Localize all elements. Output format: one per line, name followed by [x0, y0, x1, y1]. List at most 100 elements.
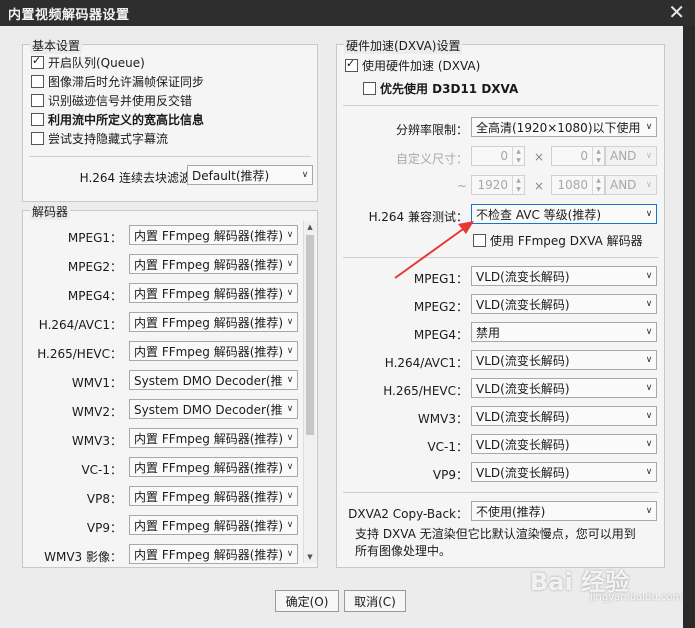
chevron-down-icon: ∨	[645, 122, 653, 132]
chevron-down-icon: ∨	[286, 288, 294, 298]
custom-width-spinner[interactable]: 0 ▲ ▼	[471, 146, 525, 166]
decoder-mpeg1-select[interactable]: 内置 FFmpeg 解码器(推荐) ∨	[129, 225, 298, 245]
hw-vp9-select[interactable]: VLD(流变长解码) ∨	[471, 462, 657, 482]
decoder-vp9-select[interactable]: 内置 FFmpeg 解码器(推荐) ∨	[129, 515, 298, 535]
decoder-mpeg4-select[interactable]: 内置 FFmpeg 解码器(推荐) ∨	[129, 283, 298, 303]
checkbox-drop-frames[interactable]	[31, 74, 44, 88]
deblock-select[interactable]: Default(推荐) ∨	[187, 165, 313, 185]
scroll-down-icon[interactable]: ▼	[304, 551, 316, 563]
dxva-info-line-1: 支持 DXVA 无渲染但它比默认渲染慢点，您可以用到	[355, 527, 636, 541]
decoder-wmv2-value: System DMO Decoder(推荐)	[134, 402, 283, 417]
hw-h264-select[interactable]: VLD(流变长解码) ∨	[471, 350, 657, 370]
scroll-up-icon[interactable]: ▲	[304, 221, 316, 233]
hw-mpeg4-select[interactable]: 禁用 ∨	[471, 322, 657, 342]
max-width-value: 1920	[477, 178, 508, 192]
checkbox-closed-captions[interactable]	[31, 131, 44, 145]
decoder-h264-select[interactable]: 内置 FFmpeg 解码器(推荐) ∨	[129, 312, 298, 332]
checkbox-prefer-d3d11[interactable]	[363, 81, 376, 95]
option-drop-frames[interactable]: 图像滞后时允许漏帧保证同步	[31, 72, 204, 90]
compat-label: H.264 兼容测试：	[368, 210, 468, 224]
compat-select[interactable]: 不检查 AVC 等级(推荐) ∨	[471, 204, 657, 224]
hw-h265-label: H.265/HEVC：	[383, 384, 468, 398]
hw-h265-select[interactable]: VLD(流变长解码) ∨	[471, 378, 657, 398]
option-deinterlace[interactable]: 识别磁迹信号并使用反交错	[31, 91, 192, 109]
chevron-down-icon: ∨	[286, 404, 294, 414]
option-ffmpeg-dxva[interactable]: 使用 FFmpeg DXVA 解码器	[473, 231, 643, 249]
decoder-mpeg1-label: MPEG1：	[67, 231, 122, 245]
close-icon[interactable]: ✕	[668, 1, 685, 23]
decoder-wmv1-select[interactable]: System DMO Decoder(推荐) ∨	[129, 370, 298, 390]
chevron-down-icon: ∨	[286, 491, 294, 501]
checkbox-deinterlace[interactable]	[31, 93, 44, 107]
chevron-down-icon: ∨	[286, 230, 294, 240]
decoder-wmv3-select[interactable]: 内置 FFmpeg 解码器(推荐) ∨	[129, 428, 298, 448]
decoder-mpeg2-select[interactable]: 内置 FFmpeg 解码器(推荐) ∨	[129, 254, 298, 274]
cancel-button[interactable]: 取消(C)	[344, 590, 406, 612]
hw-mpeg1-select[interactable]: VLD(流变长解码) ∨	[471, 266, 657, 286]
chevron-down-icon: ∨	[645, 439, 653, 449]
decoders-group: 解码器 MPEG1： 内置 FFmpeg 解码器(推荐) ∨ MPEG2： 内置 …	[22, 203, 318, 568]
option-use-dxva-label: 使用硬件加速 (DXVA)	[362, 58, 481, 73]
decoder-mpeg2-label: MPEG2：	[67, 260, 122, 274]
checkbox-queue[interactable]	[31, 54, 44, 69]
option-use-dxva[interactable]: 使用硬件加速 (DXVA)	[345, 56, 480, 74]
decoder-mpeg2-value: 内置 FFmpeg 解码器(推荐)	[134, 257, 283, 272]
custom-size-label: 自定义尺寸：	[395, 152, 468, 166]
hw-mpeg2-select[interactable]: VLD(流变长解码) ∨	[471, 294, 657, 314]
basic-separator	[29, 156, 311, 157]
ok-button[interactable]: 确定(O)	[275, 590, 339, 612]
option-aspect-ratio[interactable]: 利用流中所定义的宽高比信息	[31, 110, 204, 128]
hw-wmv3-label: WMV3：	[417, 412, 468, 426]
option-closed-captions-label: 尝试支持隐藏式字幕流	[48, 131, 169, 146]
checkbox-ffmpeg-dxva[interactable]	[473, 233, 486, 247]
decoder-h265-select[interactable]: 内置 FFmpeg 解码器(推荐) ∨	[129, 341, 298, 361]
hw-mpeg1-value: VLD(流变长解码)	[476, 269, 570, 284]
custom-and-select[interactable]: AND ∨	[605, 146, 657, 166]
decoder-vp8-select[interactable]: 内置 FFmpeg 解码器(推荐) ∨	[129, 486, 298, 506]
option-queue[interactable]: 开启队列(Queue)	[31, 53, 145, 71]
resolution-value: 全高清(1920×1080)以下使用	[476, 120, 641, 135]
checkbox-use-dxva[interactable]	[345, 57, 358, 72]
spin-arrows-icon: ▲ ▼	[592, 147, 604, 165]
decoder-vp8-value: 内置 FFmpeg 解码器(推荐)	[134, 489, 283, 504]
custom-and-value: AND	[610, 149, 637, 163]
checkbox-aspect-ratio[interactable]	[31, 112, 44, 126]
hw-vp9-value: VLD(流变长解码)	[476, 465, 570, 480]
dialog-client: 基本设置 开启队列(Queue) 图像滞后时允许漏帧保证同步 识别磁迹信号并使用…	[0, 26, 683, 628]
max-height-spinner[interactable]: 1080 ▲ ▼	[551, 175, 605, 195]
background-strip	[683, 26, 695, 628]
decoder-mpeg4-label: MPEG4：	[67, 289, 122, 303]
decoder-wmv3-image-select[interactable]: 内置 FFmpeg 解码器(推荐) ∨	[129, 544, 298, 564]
decoders-scrollbar[interactable]: ▲ ▼	[303, 221, 316, 563]
dxva-info-line-2: 所有图像处理中。	[355, 544, 452, 558]
option-prefer-d3d11[interactable]: 优先使用 D3D11 DXVA	[363, 79, 518, 97]
custom-height-spinner[interactable]: 0 ▲ ▼	[551, 146, 605, 166]
chevron-down-icon: ∨	[645, 355, 653, 365]
resolution-select[interactable]: 全高清(1920×1080)以下使用 ∨	[471, 117, 657, 137]
hw-mpeg4-value: 禁用	[476, 325, 501, 340]
max-width-spinner[interactable]: 1920 ▲ ▼	[471, 175, 525, 195]
chevron-down-icon: ∨	[645, 327, 653, 337]
cancel-button-label: 取消(C)	[354, 594, 396, 609]
deblock-label: H.264 连续去块滤波：	[79, 171, 203, 185]
decoder-vc1-select[interactable]: 内置 FFmpeg 解码器(推荐) ∨	[129, 457, 298, 477]
max-and-select[interactable]: AND ∨	[605, 175, 657, 195]
max-and-value: AND	[610, 178, 637, 192]
hw-wmv3-select[interactable]: VLD(流变长解码) ∨	[471, 406, 657, 426]
option-closed-captions[interactable]: 尝试支持隐藏式字幕流	[31, 129, 168, 147]
hw-vc1-select[interactable]: VLD(流变长解码) ∨	[471, 434, 657, 454]
dxva-title: 硬件加速(DXVA)设置	[344, 37, 463, 54]
dxva-separator-2	[343, 257, 658, 258]
option-ffmpeg-dxva-label: 使用 FFmpeg DXVA 解码器	[490, 233, 643, 248]
scrollbar-thumb[interactable]	[306, 235, 314, 435]
copyback-select[interactable]: 不使用(推荐) ∨	[471, 501, 657, 521]
tilde-sign: ~	[457, 179, 468, 193]
compat-value: 不检查 AVC 等级(推荐)	[476, 207, 602, 222]
option-drop-frames-label: 图像滞后时允许漏帧保证同步	[48, 74, 205, 89]
copyback-value: 不使用(推荐)	[476, 504, 546, 519]
dxva-group: 硬件加速(DXVA)设置 使用硬件加速 (DXVA) 优先使用 D3D11 DX…	[336, 37, 665, 568]
decoder-wmv2-select[interactable]: System DMO Decoder(推荐) ∨	[129, 399, 298, 419]
chevron-down-icon: ∨	[286, 375, 294, 385]
decoder-wmv2-label: WMV2：	[71, 405, 122, 419]
dxva-separator-1	[343, 105, 658, 106]
